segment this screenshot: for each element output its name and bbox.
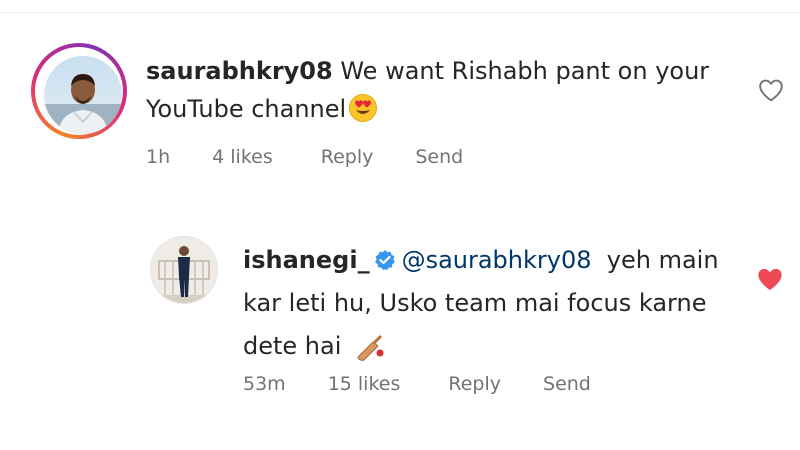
like-heart-icon[interactable] (758, 78, 784, 102)
comment-meta: 1h 4 likes Reply Send (146, 146, 505, 168)
liked-heart-icon[interactable] (756, 266, 784, 292)
send-button[interactable]: Send (543, 373, 591, 395)
reply-button[interactable]: Reply (321, 146, 374, 168)
likes-count[interactable]: 4 likes (212, 146, 273, 168)
person-photo (44, 74, 122, 134)
avatar-story-ring[interactable] (31, 43, 127, 139)
heart-eyes-emoji-icon (348, 93, 378, 123)
verified-badge-icon (374, 242, 396, 271)
comment-username[interactable]: saurabhkry08 (146, 57, 333, 85)
reply-button[interactable]: Reply (448, 373, 501, 395)
divider (0, 12, 800, 13)
likes-count[interactable]: 15 likes (328, 373, 401, 395)
cricket-bat-emoji-icon (353, 330, 385, 362)
mention-link[interactable]: @saurabhkry08 (402, 246, 592, 274)
comment-meta: 53m 15 likes Reply Send (243, 373, 633, 395)
comment-time: 53m (243, 373, 286, 395)
comment-text: saurabhkry08 We want Rishabh pant on you… (146, 52, 726, 128)
comment-time: 1h (146, 146, 171, 168)
avatar (44, 56, 122, 134)
comment-text: ishanegi_ @saurabhkry08 yeh main kar let… (243, 239, 723, 368)
comment-username[interactable]: ishanegi_ (243, 246, 370, 274)
avatar[interactable] (150, 236, 218, 304)
person-photo (151, 237, 217, 303)
send-button[interactable]: Send (415, 146, 463, 168)
